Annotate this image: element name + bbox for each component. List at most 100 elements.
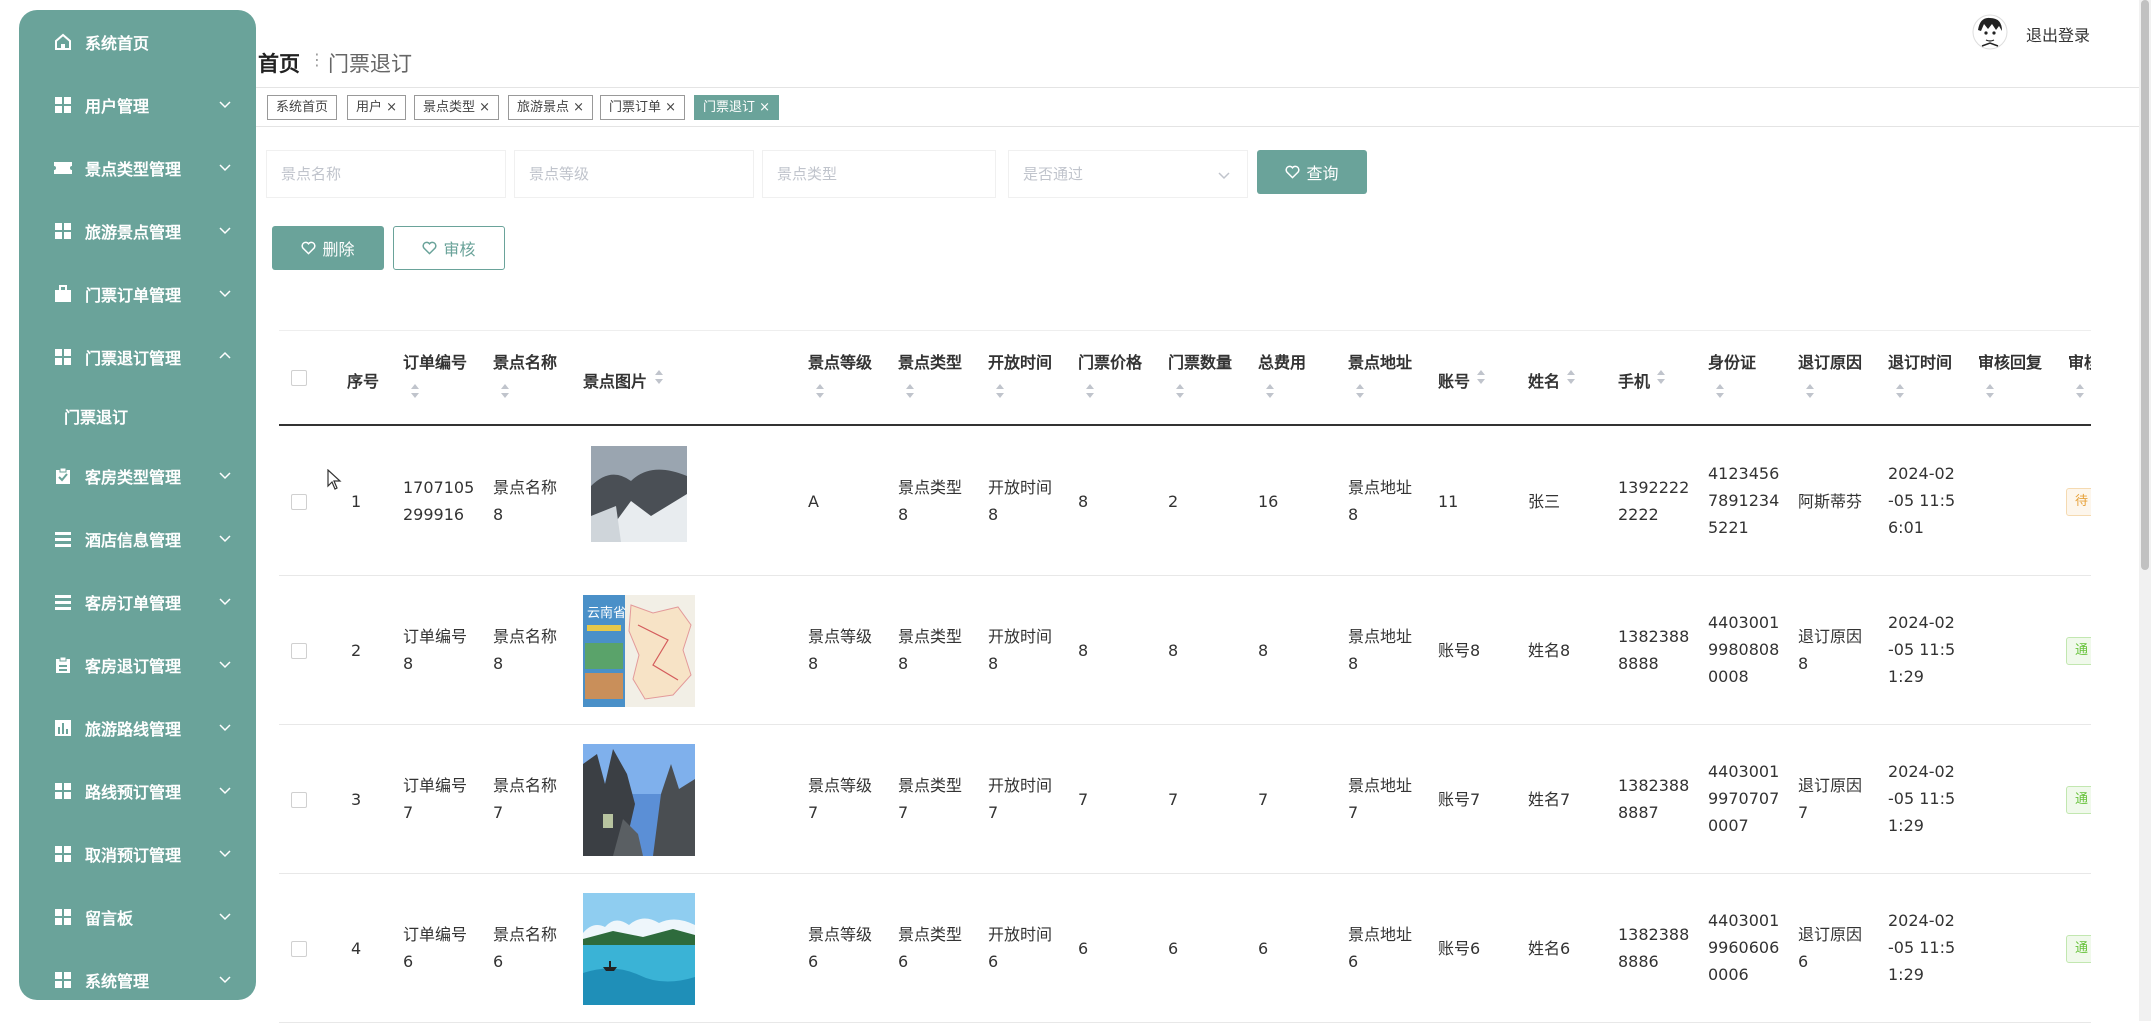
column-header[interactable]: 姓名 — [1528, 368, 1560, 392]
query-button[interactable]: 查询 — [1257, 150, 1367, 194]
chevron-down-icon — [219, 787, 231, 795]
row-checkbox[interactable] — [291, 792, 307, 808]
tag-scenic-spots[interactable]: 旅游景点 × — [508, 95, 594, 120]
sort-icon[interactable] — [499, 383, 511, 399]
close-icon[interactable]: × — [573, 100, 584, 115]
sidebar-item-room-types[interactable]: 客房类型管理 — [19, 444, 256, 507]
grid-icon — [53, 844, 73, 864]
sidebar-item-hotel-info[interactable]: 酒店信息管理 — [19, 507, 256, 570]
sidebar-item-route-bookings[interactable]: 路线预订管理 — [19, 759, 256, 822]
sidebar-item-ticket-orders[interactable]: 门票订单管理 — [19, 262, 256, 325]
column-header[interactable]: 审核回复 — [1978, 349, 2042, 373]
vertical-scrollbar[interactable] — [2139, 0, 2151, 1021]
cell-address: 景点地址7 — [1348, 776, 1413, 822]
table-row[interactable]: 4 订单编号6 景点名称6 景点等级6 景点类型6 开放时间6 6 6 6 景点… — [279, 875, 2091, 1023]
tag-ticket-orders[interactable]: 门票订单 × — [600, 95, 686, 120]
row-checkbox[interactable] — [291, 643, 307, 659]
sort-icon[interactable] — [409, 383, 421, 399]
sort-icon[interactable] — [653, 369, 665, 385]
row-checkbox[interactable] — [291, 494, 307, 510]
scenic-image-lake-boat[interactable] — [583, 893, 695, 1005]
column-header[interactable]: 景点类型 — [898, 349, 962, 373]
column-header[interactable]: 景点等级 — [808, 349, 872, 373]
table-row[interactable]: 1 1707105299916 景点名称8 A 景点类型8 开放时间8 8 2 … — [279, 428, 2091, 576]
sort-icon[interactable] — [1894, 383, 1906, 399]
cell-refund-time: 2024-02-05 11:51:29 — [1888, 911, 1956, 984]
sort-icon[interactable] — [1984, 383, 1996, 399]
scenic-name-input[interactable]: 景点名称 — [266, 150, 506, 198]
select-all-checkbox[interactable] — [291, 370, 307, 386]
sidebar-item-scenic-types[interactable]: 景点类型管理 — [19, 136, 256, 199]
column-header[interactable]: 手机 — [1618, 368, 1650, 392]
row-checkbox[interactable] — [291, 941, 307, 957]
column-header[interactable]: 身份证 — [1708, 349, 1756, 373]
sort-icon[interactable] — [1084, 383, 1096, 399]
sidebar-item-label: 取消预订管理 — [85, 845, 182, 865]
sort-icon[interactable] — [1354, 383, 1366, 399]
sidebar-item-room-refunds[interactable]: 客房退订管理 — [19, 633, 256, 696]
sort-icon[interactable] — [814, 383, 826, 399]
cell-scenic-type: 景点类型8 — [898, 627, 963, 673]
tag-scenic-types[interactable]: 景点类型 × — [414, 95, 500, 120]
sort-icon[interactable] — [1565, 369, 1577, 385]
sort-icon[interactable] — [2074, 383, 2086, 399]
clipboard-icon — [53, 466, 73, 486]
scrollbar-thumb[interactable] — [2141, 0, 2149, 570]
column-header[interactable]: 开放时间 — [988, 349, 1052, 373]
sidebar-item-room-orders[interactable]: 客房订单管理 — [19, 570, 256, 633]
sort-icon[interactable] — [1714, 383, 1726, 399]
column-header[interactable]: 审核 — [2068, 349, 2091, 373]
column-header[interactable]: 门票价格 — [1078, 349, 1142, 373]
close-icon[interactable]: × — [386, 100, 397, 115]
column-header[interactable]: 退订原因 — [1798, 349, 1862, 373]
column-header[interactable]: 退订时间 — [1888, 349, 1952, 373]
cell-ticket-price: 8 — [1078, 641, 1089, 660]
sidebar-item-home[interactable]: 系统首页 — [19, 10, 256, 73]
sidebar-item-label: 门票订单管理 — [85, 285, 182, 305]
column-header[interactable]: 景点地址 — [1348, 349, 1412, 373]
sort-icon[interactable] — [1475, 369, 1487, 385]
scenic-type-input[interactable]: 景点类型 — [762, 150, 996, 198]
scenic-image-stone-forest[interactable] — [583, 744, 695, 856]
sidebar-subitem-ticket-refund[interactable]: 门票退订 — [19, 388, 256, 444]
tag-home[interactable]: 系统首页 — [267, 95, 338, 120]
sort-icon[interactable] — [1174, 383, 1186, 399]
sort-icon[interactable] — [1655, 369, 1667, 385]
delete-button[interactable]: 删除 — [272, 226, 384, 270]
column-header[interactable]: 门票数量 — [1168, 349, 1232, 373]
sort-icon[interactable] — [994, 383, 1006, 399]
tag-users[interactable]: 用户 × — [347, 95, 407, 120]
status-badge: 待 — [2066, 488, 2091, 516]
scenic-image-yunnan-map[interactable]: 云南省 — [583, 595, 695, 707]
column-header[interactable]: 景点图片 — [583, 368, 647, 392]
column-header[interactable]: 总费用 — [1258, 349, 1306, 373]
sidebar-item-travel-routes[interactable]: 旅游路线管理 — [19, 696, 256, 759]
table-row[interactable]: 3 订单编号7 景点名称7 景点等级7 景点类型7 开放时间7 7 7 7 景点… — [279, 726, 2091, 874]
table-row[interactable]: 2 订单编号8 景点名称8 云南省 景点等级8 景点类型8 开放时间8 8 8 … — [279, 577, 2091, 725]
sidebar-item-message-board[interactable]: 留言板 — [19, 885, 256, 948]
tag-ticket-refunds[interactable]: 门票退订 × — [694, 95, 780, 120]
column-header[interactable]: 账号 — [1438, 368, 1470, 392]
logout-link[interactable]: 退出登录 — [2026, 22, 2090, 46]
scenic-image-snowy-mountain[interactable] — [591, 446, 687, 542]
sort-icon[interactable] — [1264, 383, 1276, 399]
review-button[interactable]: 审核 — [393, 226, 505, 270]
close-icon[interactable]: × — [665, 100, 676, 115]
sidebar-item-users[interactable]: 用户管理 — [19, 73, 256, 136]
cell-refund-reason: 阿斯蒂芬 — [1798, 492, 1863, 511]
sort-icon[interactable] — [1804, 383, 1816, 399]
close-icon[interactable]: × — [479, 100, 490, 115]
sidebar-item-system[interactable]: 系统管理 — [19, 948, 256, 1000]
sidebar-item-ticket-refunds[interactable]: 门票退订管理 — [19, 325, 256, 388]
svg-text:云南省: 云南省 — [587, 605, 626, 620]
breadcrumb-home[interactable]: 首页 — [258, 48, 300, 78]
column-header[interactable]: 订单编号 — [403, 349, 467, 373]
cell-open-time: 开放时间7 — [988, 776, 1053, 822]
close-icon[interactable]: × — [759, 100, 770, 115]
scenic-level-input[interactable]: 景点等级 — [514, 150, 754, 198]
column-header[interactable]: 景点名称 — [493, 349, 557, 373]
sidebar-item-scenic-spots[interactable]: 旅游景点管理 — [19, 199, 256, 262]
approved-select[interactable]: 是否通过 — [1008, 150, 1248, 198]
sidebar-item-cancel-bookings[interactable]: 取消预订管理 — [19, 822, 256, 885]
sort-icon[interactable] — [904, 383, 916, 399]
